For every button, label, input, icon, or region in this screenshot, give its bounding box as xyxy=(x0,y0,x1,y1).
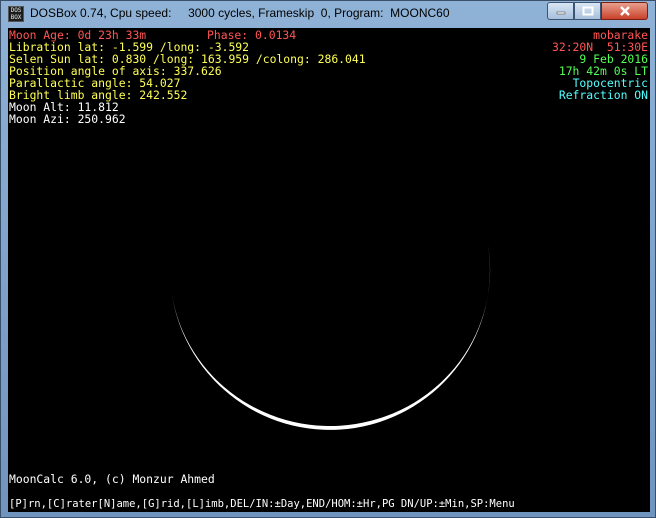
maximize-button[interactable] xyxy=(574,2,601,20)
title-bar[interactable]: DOS BOX DOSBox 0.74, Cpu speed: 3000 cyc… xyxy=(1,1,655,27)
moon-crescent-shape xyxy=(172,245,491,430)
command-bar: [P]rn,[C]rater[N]ame,[G]rid,[L]imb,DEL/I… xyxy=(8,496,650,512)
dos-screen[interactable]: Moon Age: 0d 23h 33m Phase: 0.0134 mobar… xyxy=(8,28,650,512)
window-title: DOSBox 0.74, Cpu speed: 3000 cycles, Fra… xyxy=(30,6,450,20)
credit-text: MoonCalc 6.0, (c) Monzur Ahmed xyxy=(9,472,215,486)
minimize-icon xyxy=(556,11,565,15)
maximize-icon xyxy=(582,6,593,16)
dosbox-app-icon[interactable]: DOS BOX xyxy=(8,6,24,22)
close-button[interactable] xyxy=(601,2,648,20)
moon-crescent xyxy=(172,245,491,430)
command-help-text: [P]rn,[C]rater[N]ame,[G]rid,[L]imb,DEL/I… xyxy=(9,498,515,510)
close-icon xyxy=(619,6,630,16)
minimize-button[interactable] xyxy=(547,2,574,20)
dosbox-window: DOS BOX DOSBox 0.74, Cpu speed: 3000 cyc… xyxy=(0,0,656,518)
